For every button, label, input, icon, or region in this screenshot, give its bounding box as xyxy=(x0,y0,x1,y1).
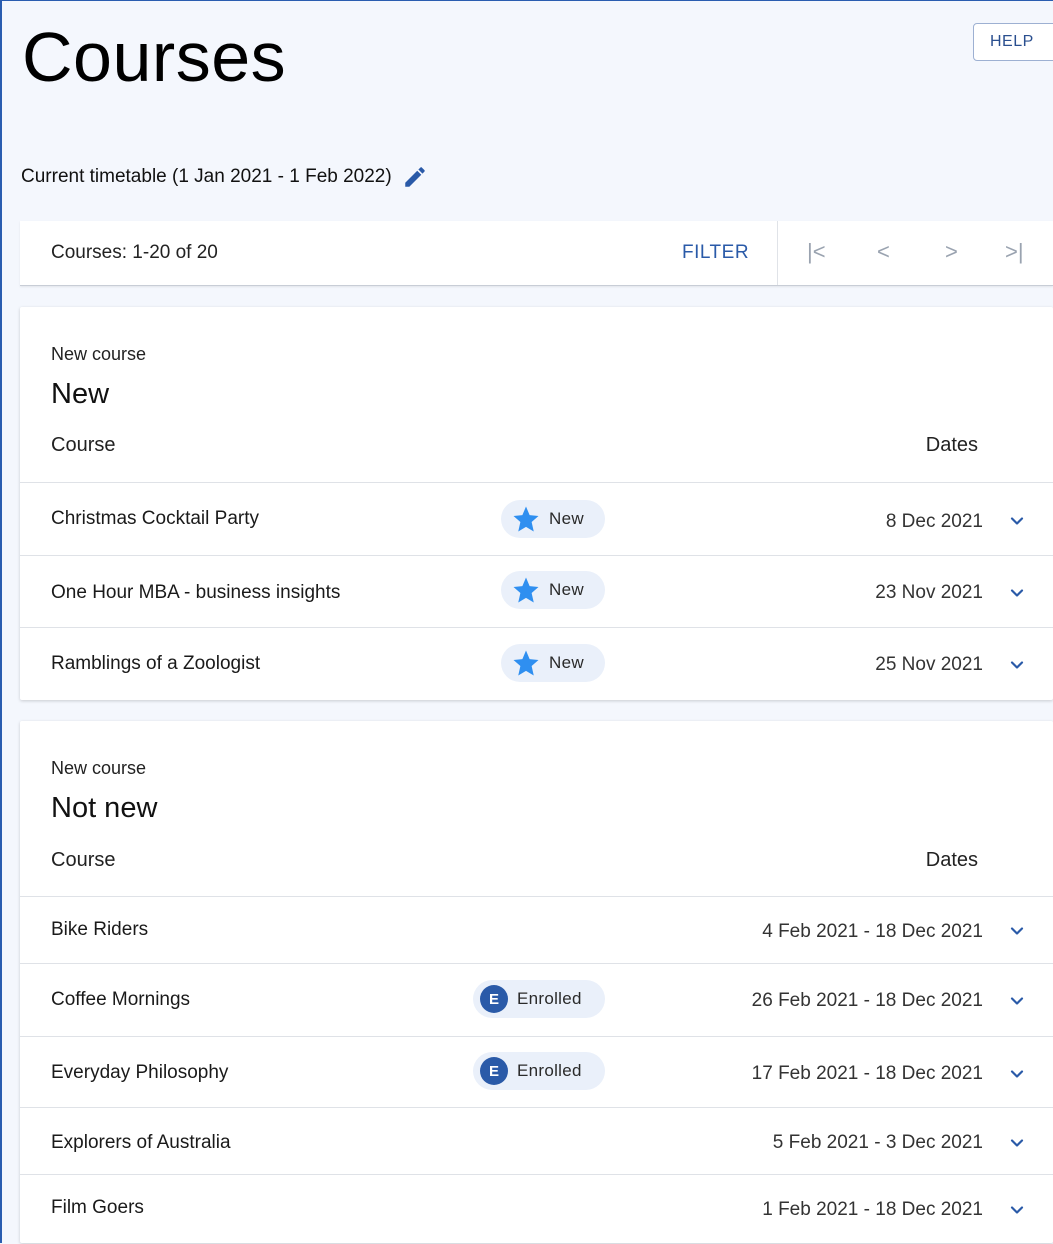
badge-label: Enrolled xyxy=(517,989,582,1008)
course-row[interactable]: One Hour MBA - business insights New 23 … xyxy=(20,555,1053,627)
course-group-card: New course Not new Course Dates Bike Rid… xyxy=(20,721,1053,1243)
course-group-card: New course New Course Dates Christmas Co… xyxy=(20,307,1053,700)
course-dates: 4 Feb 2021 - 18 Dec 2021 xyxy=(762,921,983,942)
enrolled-icon: E xyxy=(480,1057,508,1085)
star-icon xyxy=(513,650,539,676)
timetable-label: Current timetable (1 Jan 2021 - 1 Feb 20… xyxy=(21,166,392,187)
chevron-down-icon[interactable] xyxy=(1007,991,1027,1011)
course-name: Explorers of Australia xyxy=(51,1132,231,1153)
column-header-course: Course xyxy=(51,849,116,871)
group-title: Not new xyxy=(51,792,158,824)
first-page-button[interactable]: |< xyxy=(807,239,826,265)
next-page-button[interactable]: > xyxy=(945,239,958,265)
help-button[interactable]: HELP xyxy=(973,23,1053,61)
course-dates: 8 Dec 2021 xyxy=(885,511,983,532)
chevron-down-icon[interactable] xyxy=(1007,1064,1027,1084)
page-title: Courses xyxy=(22,18,287,96)
course-row[interactable]: Bike Riders 4 Feb 2021 - 18 Dec 2021 xyxy=(20,896,1053,964)
chevron-down-icon[interactable] xyxy=(1007,511,1027,531)
course-row[interactable]: Coffee Mornings E Enrolled 26 Feb 2021 -… xyxy=(20,963,1053,1036)
new-badge: New xyxy=(501,571,605,609)
toolbar-divider xyxy=(777,221,778,285)
new-badge: New xyxy=(501,500,605,538)
course-name: Ramblings of a Zoologist xyxy=(51,653,261,674)
window-left-border xyxy=(0,0,2,1243)
star-icon xyxy=(513,577,539,603)
column-header-course: Course xyxy=(51,434,116,456)
course-dates: 23 Nov 2021 xyxy=(875,582,983,603)
last-page-button[interactable]: >| xyxy=(1005,239,1024,265)
course-row[interactable]: Film Goers 1 Feb 2021 - 18 Dec 2021 xyxy=(20,1174,1053,1244)
badge-label: New xyxy=(549,509,584,528)
course-dates: 26 Feb 2021 - 18 Dec 2021 xyxy=(751,990,983,1011)
enrolled-badge: E Enrolled xyxy=(473,1052,605,1090)
course-name: Bike Riders xyxy=(51,919,149,940)
chevron-down-icon[interactable] xyxy=(1007,1200,1027,1220)
course-dates: 1 Feb 2021 - 18 Dec 2021 xyxy=(762,1199,983,1220)
timetable-selector: Current timetable (1 Jan 2021 - 1 Feb 20… xyxy=(21,164,428,190)
course-row[interactable]: Ramblings of a Zoologist New 25 Nov 2021 xyxy=(20,627,1053,700)
group-label: New course xyxy=(51,344,147,364)
course-name: Everyday Philosophy xyxy=(51,1062,229,1083)
column-header-dates: Dates xyxy=(925,434,978,456)
badge-label: New xyxy=(549,580,584,599)
group-label: New course xyxy=(51,758,147,778)
course-name: Coffee Mornings xyxy=(51,989,191,1010)
group-title: New xyxy=(51,378,110,410)
chevron-down-icon[interactable] xyxy=(1007,583,1027,603)
course-dates: 17 Feb 2021 - 18 Dec 2021 xyxy=(751,1063,983,1084)
chevron-down-icon[interactable] xyxy=(1007,1133,1027,1153)
column-header-dates: Dates xyxy=(925,849,978,871)
course-dates: 5 Feb 2021 - 3 Dec 2021 xyxy=(772,1132,983,1153)
previous-page-button[interactable]: < xyxy=(877,239,890,265)
course-dates: 25 Nov 2021 xyxy=(875,654,983,675)
course-row[interactable]: Christmas Cocktail Party New 8 Dec 2021 xyxy=(20,482,1053,555)
enrolled-badge: E Enrolled xyxy=(473,980,605,1018)
course-name: Christmas Cocktail Party xyxy=(51,508,259,529)
course-row[interactable]: Explorers of Australia 5 Feb 2021 - 3 De… xyxy=(20,1107,1053,1175)
new-badge: New xyxy=(501,644,605,682)
star-icon xyxy=(513,506,539,532)
results-count: Courses: 1-20 of 20 xyxy=(51,242,218,263)
enrolled-icon: E xyxy=(480,985,508,1013)
course-name: One Hour MBA - business insights xyxy=(51,582,341,603)
results-toolbar: Courses: 1-20 of 20 FILTER |< < > >| xyxy=(20,221,1053,286)
filter-button[interactable]: FILTER xyxy=(682,242,749,264)
pencil-icon[interactable] xyxy=(402,164,428,190)
course-row[interactable]: Everyday Philosophy E Enrolled 17 Feb 20… xyxy=(20,1036,1053,1108)
window-top-border xyxy=(0,0,1053,1)
chevron-down-icon[interactable] xyxy=(1007,655,1027,675)
badge-label: New xyxy=(549,653,584,672)
course-name: Film Goers xyxy=(51,1197,144,1218)
chevron-down-icon[interactable] xyxy=(1007,921,1027,941)
badge-label: Enrolled xyxy=(517,1061,582,1080)
